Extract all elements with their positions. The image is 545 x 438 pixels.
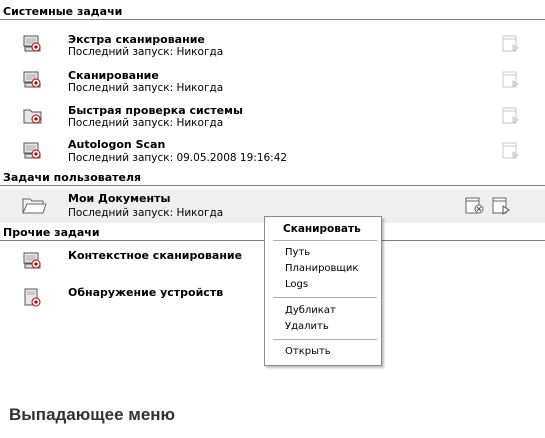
run-task-icon[interactable] [502, 142, 522, 160]
run-task-icon[interactable] [502, 35, 522, 53]
context-menu: Сканировать Путь Планировщик Logs Дублик… [264, 216, 382, 366]
scan-icon [23, 141, 43, 161]
scan-icon [23, 70, 43, 90]
stop-task-icon[interactable] [465, 197, 485, 215]
task-name: Сканирование [68, 69, 159, 82]
menu-item-duplicate[interactable]: Дубликат [285, 305, 336, 317]
task-last-run: Последний запуск: Никогда [68, 207, 224, 219]
run-task-icon[interactable] [502, 107, 522, 125]
scan-icon [23, 251, 43, 271]
menu-separator [273, 240, 377, 241]
task-row-scan[interactable]: Сканирование Последний запуск: Никогда [0, 67, 545, 97]
task-row-extra-scan[interactable]: Экстра сканирование Последний запуск: Ни… [0, 31, 545, 61]
task-name: Экстра сканирование [68, 33, 205, 46]
task-last-run: Последний запуск: Никогда [68, 117, 224, 129]
menu-item-path[interactable]: Путь [285, 247, 310, 259]
task-last-run: Последний запуск: Никогда [68, 82, 224, 94]
task-name: Autologon Scan [68, 138, 166, 151]
section-header-system: Системные задачи [0, 5, 545, 20]
folder-icon [21, 195, 47, 215]
menu-separator [273, 339, 377, 340]
menu-item-scan[interactable]: Сканировать [283, 223, 361, 235]
menu-item-logs[interactable]: Logs [285, 279, 308, 291]
figure-caption: Выпадающее меню [9, 405, 176, 424]
task-last-run: Последний запуск: Никогда [68, 46, 224, 58]
task-last-run: Последний запуск: 09.05.2008 19:16:42 [68, 152, 288, 164]
task-name: Мои Документы [68, 192, 171, 205]
task-row-quick-check[interactable]: Быстрая проверка системы Последний запус… [0, 102, 545, 132]
task-name: Быстрая проверка системы [68, 104, 243, 117]
task-row-autologon-scan[interactable]: Autologon Scan Последний запуск: 09.05.2… [0, 137, 545, 169]
scan-icon [23, 34, 43, 54]
task-name: Обнаружение устройств [68, 286, 224, 299]
section-header-user: Задачи пользователя [0, 171, 545, 186]
device-icon [23, 288, 43, 308]
run-task-icon[interactable] [502, 71, 522, 89]
quick-check-icon [23, 106, 43, 126]
menu-item-delete[interactable]: Удалить [285, 321, 329, 333]
menu-separator [273, 297, 377, 298]
menu-item-open[interactable]: Открыть [285, 346, 331, 358]
task-name: Контекстное сканирование [68, 249, 243, 262]
run-task-icon[interactable] [492, 197, 512, 215]
menu-item-scheduler[interactable]: Планировщик [285, 263, 358, 275]
